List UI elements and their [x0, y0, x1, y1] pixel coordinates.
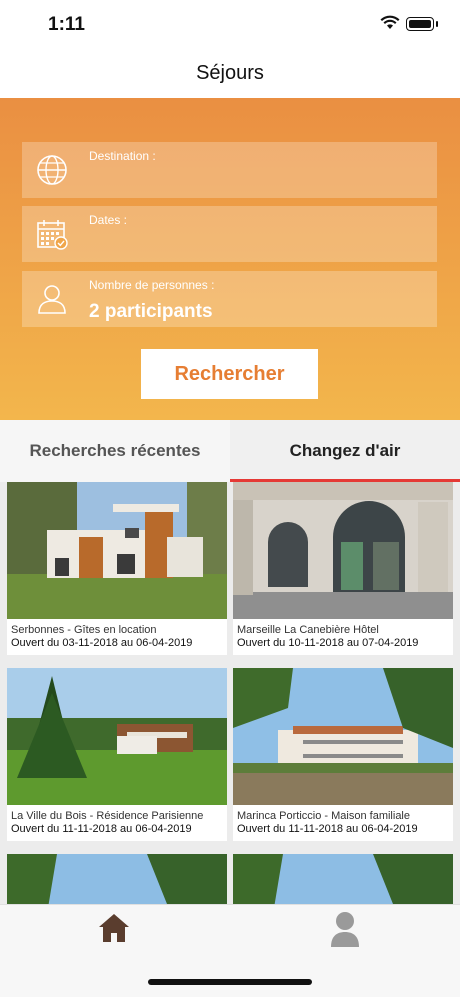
listings-grid: Serbonnes - Gîtes en location Ouvert du …	[0, 482, 460, 904]
listing-name: La Ville du Bois - Résidence Parisienne	[11, 810, 204, 822]
listing-photo	[7, 668, 227, 805]
search-panel: Destination : Dates : Nombre de personne…	[0, 98, 460, 420]
dates-label: Dates :	[89, 213, 128, 227]
battery-icon	[406, 17, 438, 31]
home-icon[interactable]	[98, 913, 130, 943]
destination-field[interactable]: Destination :	[22, 142, 437, 198]
listing-card[interactable]: Serbonnes - Gîtes en location Ouvert du …	[7, 482, 227, 655]
persons-value: 2 participants	[89, 301, 213, 322]
listing-photo	[233, 668, 453, 805]
calendar-icon	[37, 220, 68, 250]
persons-label: Nombre de personnes :	[89, 278, 215, 292]
profile-icon[interactable]	[330, 911, 360, 947]
listing-name: Serbonnes - Gîtes en location	[11, 624, 157, 636]
listing-card[interactable]	[233, 854, 453, 904]
tab-change-air-label: Changez d'air	[289, 441, 401, 460]
listing-dates: Ouvert du 10-11-2018 au 07-04-2019	[237, 637, 419, 649]
listing-photo	[7, 482, 227, 619]
listing-photo	[233, 482, 453, 619]
listing-dates: Ouvert du 11-11-2018 au 06-04-2019	[11, 823, 192, 835]
tab-recent-searches[interactable]: Recherches récentes	[0, 420, 230, 482]
listing-photo	[7, 854, 227, 904]
persons-field[interactable]: Nombre de personnes : 2 participants	[22, 271, 437, 327]
segment-tabs: Recherches récentes Changez d'air	[0, 420, 460, 482]
listing-dates: Ouvert du 03-11-2018 au 06-04-2019	[11, 637, 193, 649]
status-time: 1:11	[48, 14, 85, 35]
person-icon	[38, 285, 66, 314]
destination-label: Destination :	[89, 149, 156, 163]
wifi-icon	[380, 15, 400, 29]
listing-photo	[233, 854, 453, 904]
listing-card[interactable]	[7, 854, 227, 904]
listing-card[interactable]: Marinca Porticcio - Maison familiale Ouv…	[233, 668, 453, 841]
listing-card[interactable]: Marseille La Canebière Hôtel Ouvert du 1…	[233, 482, 453, 655]
home-indicator	[148, 979, 312, 985]
listing-name: Marinca Porticcio - Maison familiale	[237, 810, 410, 822]
dates-field[interactable]: Dates :	[22, 206, 437, 262]
globe-icon	[37, 155, 67, 185]
tab-change-air[interactable]: Changez d'air	[230, 420, 460, 482]
page-title: Séjours	[196, 62, 264, 84]
status-bar: 1:11	[0, 0, 460, 52]
search-button[interactable]: Rechercher	[141, 349, 318, 399]
listing-card[interactable]: La Ville du Bois - Résidence Parisienne …	[7, 668, 227, 841]
listing-name: Marseille La Canebière Hôtel	[237, 624, 379, 636]
listing-dates: Ouvert du 11-11-2018 au 06-04-2019	[237, 823, 418, 835]
navigation-bar: Séjours	[0, 52, 460, 98]
